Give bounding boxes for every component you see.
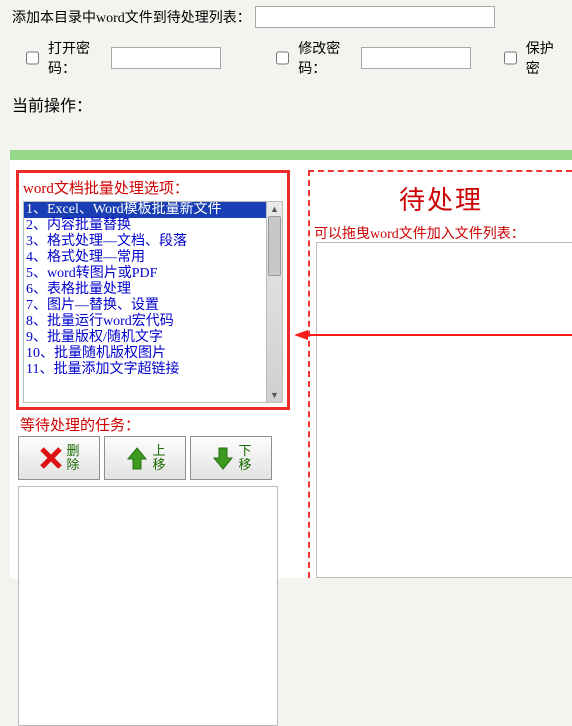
add-dir-input[interactable] xyxy=(255,6,495,28)
list-item[interactable]: 3、格式处理—文档、段落 xyxy=(24,234,266,250)
modify-password-checkbox[interactable] xyxy=(276,51,289,65)
list-item[interactable]: 1、Excel、Word模板批量新文件 xyxy=(24,202,266,218)
current-operation-label: 当前操作： xyxy=(0,86,572,126)
list-item[interactable]: 4、格式处理—常用 xyxy=(24,250,266,266)
add-dir-label: 添加本目录中word文件到待处理列表： xyxy=(12,7,251,27)
options-title: word文档批量处理选项： xyxy=(19,173,287,200)
list-item[interactable]: 8、批量运行word宏代码 xyxy=(24,314,266,330)
delete-button[interactable]: 删除 xyxy=(18,436,100,480)
options-scrollbar[interactable]: ▲ ▼ xyxy=(266,202,282,402)
modify-password-label: 修改密码： xyxy=(298,38,355,78)
arrow-up-icon xyxy=(124,445,150,471)
list-item[interactable]: 5、word转图片或PDF xyxy=(24,266,266,282)
pending-file-list[interactable] xyxy=(316,242,572,578)
scroll-up-icon[interactable]: ▲ xyxy=(267,202,282,216)
protect-password-label: 保护密 xyxy=(526,38,560,78)
pending-title: 待处理 xyxy=(314,180,568,217)
options-list[interactable]: 1、Excel、Word模板批量新文件2、内容批量替换3、格式处理—文档、段落4… xyxy=(24,202,266,402)
tasks-list[interactable] xyxy=(18,486,278,726)
pending-tasks-label: 等待处理的任务： xyxy=(20,414,140,435)
pending-panel: 待处理 可以拖曳word文件加入文件列表： xyxy=(308,170,572,578)
modify-password-input[interactable] xyxy=(361,47,471,69)
list-item[interactable]: 7、图片—替换、设置 xyxy=(24,298,266,314)
move-down-button[interactable]: 下移 xyxy=(190,436,272,480)
protect-password-checkbox[interactable] xyxy=(504,51,517,65)
delete-icon xyxy=(38,445,64,471)
list-item[interactable]: 10、批量随机版权图片 xyxy=(24,346,266,362)
pending-subtitle: 可以拖曳word文件加入文件列表： xyxy=(314,223,568,243)
move-up-button[interactable]: 上移 xyxy=(104,436,186,480)
options-panel: word文档批量处理选项： 1、Excel、Word模板批量新文件2、内容批量替… xyxy=(16,170,290,410)
open-password-label: 打开密码： xyxy=(48,38,105,78)
arrow-down-icon xyxy=(210,445,236,471)
list-item[interactable]: 11、批量添加文字超链接 xyxy=(24,362,266,378)
open-password-checkbox[interactable] xyxy=(26,51,39,65)
scroll-down-icon[interactable]: ▼ xyxy=(267,388,282,402)
list-item[interactable]: 6、表格批量处理 xyxy=(24,282,266,298)
list-item[interactable]: 9、批量版权/随机文字 xyxy=(24,330,266,346)
scroll-thumb[interactable] xyxy=(268,216,281,276)
open-password-input[interactable] xyxy=(111,47,221,69)
list-item[interactable]: 2、内容批量替换 xyxy=(24,218,266,234)
